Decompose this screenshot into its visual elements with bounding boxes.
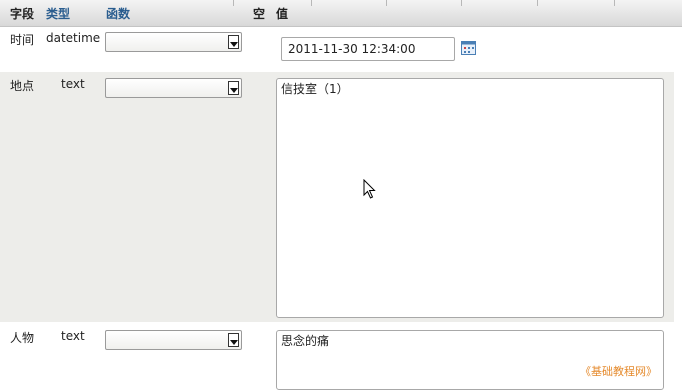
column-divider: [537, 0, 538, 6]
table-header: 字段 类型 函数 空 值: [0, 0, 682, 27]
function-select[interactable]: [105, 32, 242, 52]
field-name: 地点: [10, 79, 35, 93]
column-divider: [614, 0, 615, 6]
field-name: 时间: [10, 33, 35, 47]
header-null: 空: [253, 7, 266, 21]
function-select[interactable]: [105, 330, 242, 350]
column-divider: [233, 0, 234, 6]
calendar-icon[interactable]: [461, 41, 476, 55]
function-select[interactable]: [105, 78, 242, 98]
header-type[interactable]: 类型: [46, 0, 70, 26]
header-value: 值: [276, 7, 289, 21]
header-field: 字段: [10, 7, 35, 21]
header-function[interactable]: 函数: [106, 0, 130, 26]
field-type: datetime: [46, 31, 101, 45]
column-divider: [311, 0, 312, 6]
value-textarea[interactable]: 信技室（1）: [276, 78, 664, 318]
column-divider: [461, 0, 462, 6]
field-type: text: [61, 77, 85, 91]
field-type: text: [61, 329, 85, 343]
value-textarea[interactable]: 思念的痛: [276, 330, 664, 390]
datetime-input[interactable]: 2011-11-30 12:34:00: [281, 37, 455, 61]
column-divider: [386, 0, 387, 6]
chevron-down-icon[interactable]: [228, 35, 239, 49]
chevron-down-icon[interactable]: [228, 81, 239, 95]
field-name: 人物: [10, 331, 35, 345]
chevron-down-icon[interactable]: [228, 333, 239, 347]
mouse-pointer-icon: [363, 179, 376, 199]
